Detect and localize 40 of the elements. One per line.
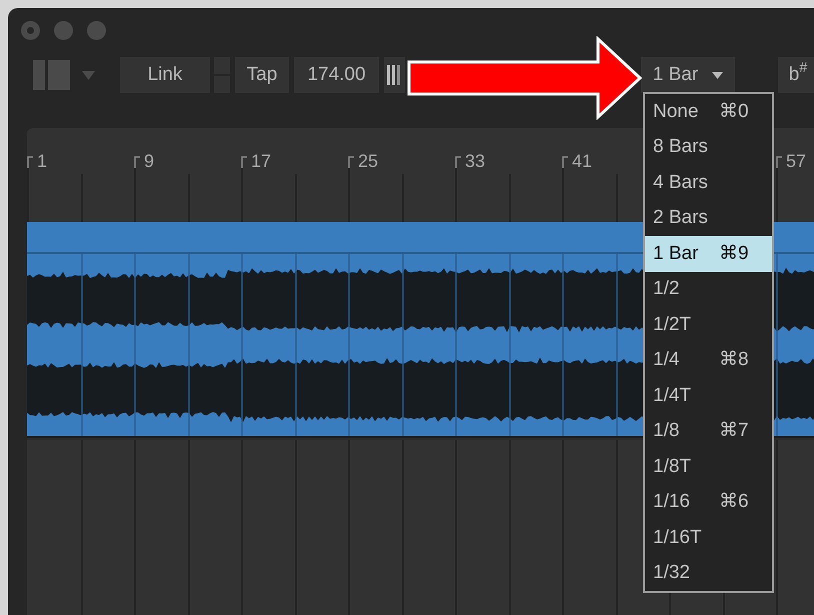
caret-icon[interactable] (82, 70, 95, 80)
caret-icon (712, 72, 724, 78)
bar-number: 17 (251, 150, 272, 172)
quantize-dropdown[interactable]: 1 Bar (641, 57, 735, 93)
menu-item[interactable]: 1/4T (645, 378, 772, 414)
bar-number: 1 (37, 150, 48, 172)
menu-item[interactable]: 1/2T (645, 307, 772, 342)
bars-icon (387, 65, 401, 85)
close-button[interactable] (21, 20, 40, 40)
menu-item[interactable]: 1/8T (645, 449, 772, 484)
zoom-button[interactable] (87, 20, 106, 40)
minimize-button[interactable] (54, 20, 73, 40)
link-button[interactable]: Link (120, 57, 210, 93)
menu-item[interactable]: 8 Bars (645, 130, 772, 165)
bar-marker-icon (348, 156, 354, 168)
tap-button[interactable]: Tap (235, 57, 289, 93)
menu-item[interactable]: 1/2 (645, 272, 772, 307)
bar-marker-icon (134, 156, 140, 168)
menu-item[interactable]: None ⌘0 (645, 94, 772, 130)
bar-marker-icon (562, 156, 568, 168)
layout-icon[interactable] (33, 60, 70, 90)
bar-marker-icon (27, 156, 33, 168)
tempo-field[interactable]: 174.00 (294, 57, 379, 93)
menu-item[interactable]: 1/8 ⌘7 (645, 414, 772, 449)
bar-number: 33 (465, 150, 486, 172)
bar-number: 9 (144, 150, 154, 172)
bar-number: 57 (786, 150, 806, 172)
scale-button[interactable]: b$^{#}$ (778, 57, 814, 93)
menu-item[interactable]: 1/32 (645, 556, 772, 591)
metronome-button[interactable] (384, 57, 405, 93)
menu-item[interactable]: 1/16 ⌘6 (645, 484, 772, 520)
bar-marker-icon (776, 156, 782, 168)
menu-item[interactable]: 4 Bars (645, 165, 772, 200)
menu-item[interactable]: 1/16T (645, 520, 772, 556)
menu-item[interactable]: 1 Bar ⌘9 (645, 236, 772, 272)
bar-number: 25 (358, 150, 378, 172)
menu-item[interactable]: 1/4 ⌘8 (645, 342, 772, 378)
bar-marker-icon (455, 156, 461, 168)
bar-number: 41 (572, 150, 592, 172)
bar-marker-icon (241, 156, 247, 168)
